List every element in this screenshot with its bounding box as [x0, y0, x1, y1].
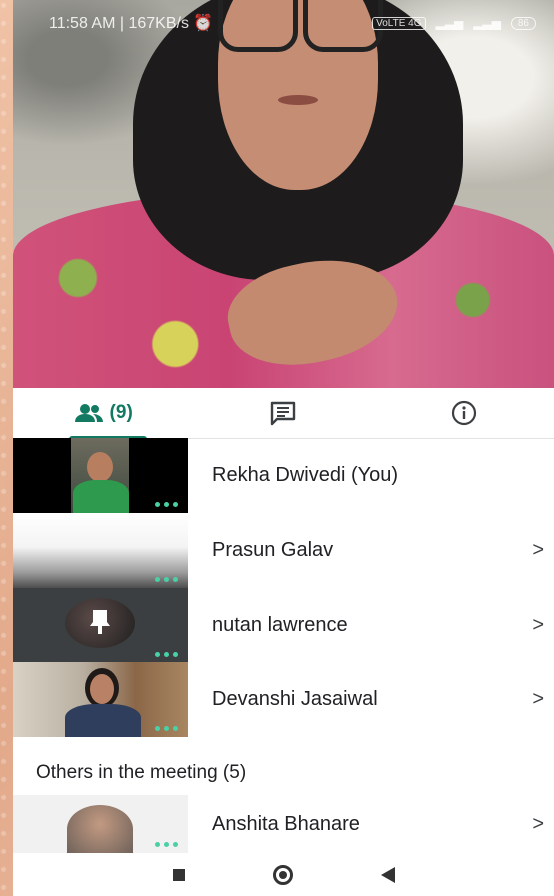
status-bar: 11:58 AM | 167KB/s ⏰ VoLTE 4G ▂▃▅ ▂▃▅ 86 — [13, 0, 554, 46]
system-nav-bar — [13, 853, 554, 896]
alarm-icon: ⏰ — [193, 15, 214, 32]
participant-name: nutan lawrence — [212, 614, 348, 636]
participant-name: Rekha Dwivedi (You) — [212, 464, 399, 486]
people-count: (9) — [109, 402, 133, 423]
participant-row[interactable]: nutan lawrence > — [13, 588, 554, 663]
more-dots-icon[interactable] — [155, 652, 178, 657]
participant-thumbnail — [13, 513, 188, 588]
more-dots-icon[interactable] — [155, 726, 178, 731]
chevron-right-icon[interactable]: > — [532, 614, 544, 637]
participant-row[interactable]: Anshita Bhanare > — [13, 795, 554, 853]
main-video-feed[interactable]: 11:58 AM | 167KB/s ⏰ VoLTE 4G ▂▃▅ ▂▃▅ 86 — [13, 0, 554, 388]
signal-icon: ▂▃▅ — [435, 16, 464, 30]
participant-thumbnail — [13, 795, 188, 853]
participant-row[interactable]: Rekha Dwivedi (You) — [13, 438, 554, 513]
more-dots-icon[interactable] — [155, 577, 178, 582]
chat-icon — [271, 401, 296, 426]
more-dots-icon[interactable] — [155, 502, 178, 507]
tab-chat[interactable] — [193, 388, 373, 438]
network-status: VoLTE 4G — [372, 16, 426, 30]
chevron-right-icon[interactable]: > — [532, 813, 544, 836]
nav-square-icon[interactable] — [172, 868, 185, 881]
participant-row[interactable]: Devanshi Jasaiwal > — [13, 662, 554, 737]
bell-icon — [90, 610, 110, 634]
others-section-title: Others in the meeting (5) — [36, 762, 247, 783]
chevron-right-icon[interactable]: > — [532, 688, 544, 711]
tab-info[interactable] — [374, 388, 554, 438]
participant-avatar — [67, 805, 133, 853]
nav-back-icon[interactable] — [380, 866, 395, 883]
battery-level: 86 — [510, 16, 536, 30]
tab-bar: (9) — [13, 388, 554, 439]
tab-people[interactable]: (9) — [13, 388, 193, 439]
participant-row[interactable]: Prasun Galav > — [13, 513, 554, 588]
more-dots-icon[interactable] — [155, 842, 178, 847]
signal-icon-2: ▂▃▅ — [473, 16, 501, 30]
participant-name: Anshita Bhanare — [212, 812, 360, 835]
participant-name: Devanshi Jasaiwal — [212, 688, 378, 710]
chevron-right-icon[interactable]: > — [532, 539, 544, 562]
nav-circle-icon[interactable] — [272, 864, 293, 885]
phone-screen: 11:58 AM | 167KB/s ⏰ VoLTE 4G ▂▃▅ ▂▃▅ 86… — [13, 0, 554, 896]
participant-name: Prasun Galav — [212, 539, 334, 561]
status-time: 11:58 AM | 167KB/s ⏰ — [49, 15, 214, 32]
participant-thumbnail — [13, 662, 188, 737]
info-icon — [451, 400, 476, 426]
participant-thumbnail — [13, 438, 188, 513]
people-icon — [74, 404, 103, 422]
participant-thumbnail — [13, 588, 188, 663]
